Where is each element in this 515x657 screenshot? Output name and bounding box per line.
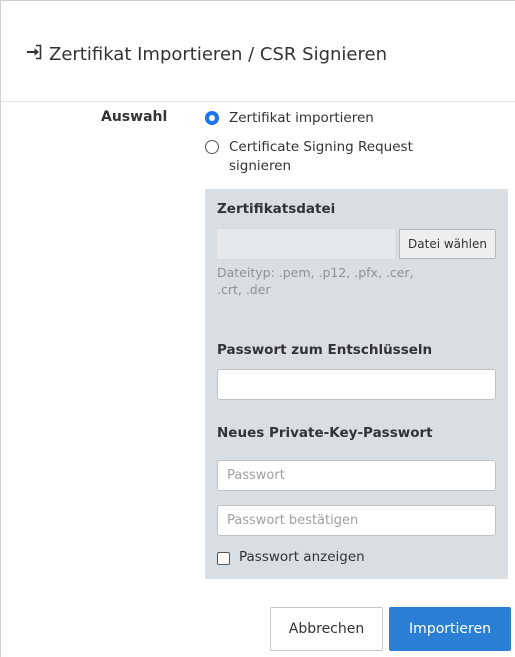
sign-in-icon: [27, 44, 42, 60]
dialog-title: Zertifikat Importieren / CSR Signieren: [49, 44, 387, 65]
show-password-checkbox[interactable]: [217, 551, 230, 565]
radio-csr-label: Certificate Signing Request signieren: [229, 139, 413, 174]
choose-file-button[interactable]: Datei wählen: [399, 229, 496, 259]
certificate-file-label: Zertifikatsdatei: [217, 201, 336, 217]
radio-csr[interactable]: [205, 140, 219, 154]
confirm-password-input[interactable]: Passwort bestätigen: [217, 505, 496, 536]
show-password-label: Passwort anzeigen: [239, 549, 365, 565]
import-options-panel: Zertifikatsdatei Datei wählen Dateityp: …: [205, 189, 508, 579]
selection-label: Auswahl: [101, 109, 168, 125]
new-key-password-label: Neues Private-Key-Passwort: [217, 425, 433, 441]
radio-option-import[interactable]: Zertifikat importieren: [205, 109, 429, 128]
import-button[interactable]: Importieren: [389, 607, 511, 651]
show-password-toggle[interactable]: Passwort anzeigen: [217, 549, 365, 565]
decrypt-password-input[interactable]: [217, 369, 496, 400]
file-name-field[interactable]: [217, 229, 395, 259]
file-picker: Datei wählen: [217, 229, 497, 259]
radio-import[interactable]: [205, 111, 219, 125]
decrypt-password-label: Passwort zum Entschlüsseln: [217, 342, 433, 358]
radio-option-csr[interactable]: Certificate Signing Request signieren: [205, 138, 429, 176]
new-password-input[interactable]: Passwort: [217, 460, 496, 491]
file-type-hint: Dateityp: .pem, .p12, .pfx, .cer, .crt, …: [217, 265, 414, 297]
radio-import-label: Zertifikat importieren: [229, 110, 374, 126]
dialog-header: Zertifikat Importieren / CSR Signieren: [1, 1, 515, 102]
cancel-button[interactable]: Abbrechen: [270, 607, 383, 651]
certificate-import-dialog: Zertifikat Importieren / CSR Signieren A…: [0, 0, 515, 657]
